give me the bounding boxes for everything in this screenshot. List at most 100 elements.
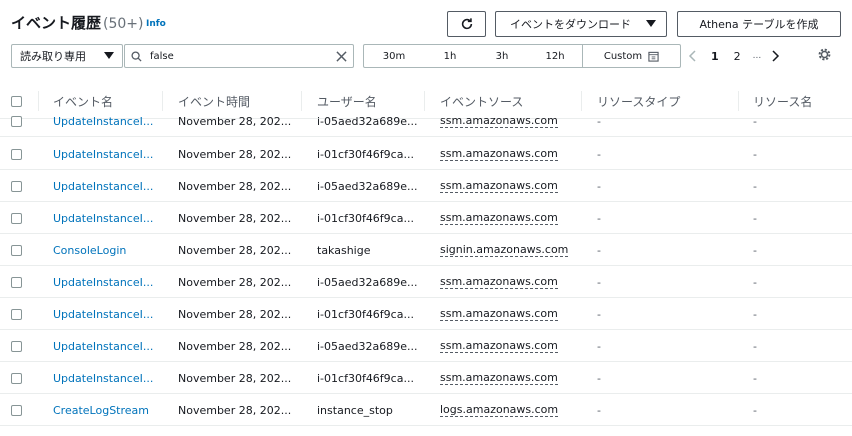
time-range-12h[interactable]: 12h xyxy=(528,45,582,67)
table-row[interactable]: UpdateInstanceI... November 28, 202... i-0… xyxy=(0,266,852,298)
chevron-left-icon[interactable] xyxy=(688,50,697,62)
event-source[interactable]: logs.amazonaws.com xyxy=(440,403,559,417)
custom-label: Custom xyxy=(603,50,643,62)
event-source[interactable]: ssm.amazonaws.com xyxy=(440,147,558,161)
pagination: 1 2 ... xyxy=(688,47,780,65)
search-icon xyxy=(131,50,142,62)
event-time: November 28, 202... xyxy=(178,307,292,321)
event-source[interactable]: ssm.amazonaws.com xyxy=(440,114,558,128)
row-checkbox[interactable] xyxy=(11,404,22,416)
resource-type: - xyxy=(597,211,601,225)
row-checkbox-cell xyxy=(11,394,22,426)
gear-icon[interactable] xyxy=(817,47,832,62)
table-row[interactable]: ConsoleLogin November 28, 202... takashige… xyxy=(0,234,852,266)
event-source[interactable]: ssm.amazonaws.com xyxy=(440,371,558,385)
chevron-right-icon[interactable] xyxy=(771,50,780,62)
resource-type: - xyxy=(597,307,601,321)
search-input[interactable] xyxy=(150,50,336,62)
resource-type: - xyxy=(597,275,601,289)
user-name: i-01cf30f46f9ca... xyxy=(317,371,414,385)
row-checkbox[interactable] xyxy=(11,276,22,288)
event-name-link[interactable]: CreateLogStream xyxy=(53,404,149,417)
page-ellipsis: ... xyxy=(752,51,762,61)
create-athena-table-button[interactable]: Athena テーブルを作成 xyxy=(677,11,841,37)
page-2[interactable]: 2 xyxy=(734,50,741,63)
time-range-30m[interactable]: 30m xyxy=(364,45,424,67)
resource-name: - xyxy=(753,147,757,161)
event-source[interactable]: ssm.amazonaws.com xyxy=(440,179,558,193)
resource-name: - xyxy=(753,339,757,353)
event-time: November 28, 202... xyxy=(178,114,292,128)
table-row[interactable]: UpdateInstanceI... November 28, 202... i-0… xyxy=(0,298,852,330)
event-source[interactable]: ssm.amazonaws.com xyxy=(440,307,558,321)
table-row[interactable]: CreateLogStream November 28, 202... instan… xyxy=(0,394,852,426)
user-name: i-05aed32a689e... xyxy=(317,114,418,128)
event-name-link[interactable]: UpdateInstanceI... xyxy=(53,372,153,385)
page-1[interactable]: 1 xyxy=(711,50,719,63)
event-time: November 28, 202... xyxy=(178,371,292,385)
row-checkbox[interactable] xyxy=(11,180,22,192)
event-time: November 28, 202... xyxy=(178,339,292,353)
resource-name: - xyxy=(753,275,757,289)
table-row[interactable]: UpdateInstanceI... November 28, 202... i-0… xyxy=(0,170,852,202)
user-name: takashige xyxy=(317,243,371,257)
resource-name: - xyxy=(753,243,757,257)
resource-name: - xyxy=(753,211,757,225)
event-source[interactable]: signin.amazonaws.com xyxy=(440,243,569,257)
row-checkbox-cell xyxy=(11,234,22,266)
table-row[interactable]: UpdateInstanceI... November 28, 202... i-0… xyxy=(0,138,852,170)
event-source[interactable]: ssm.amazonaws.com xyxy=(440,339,558,353)
event-name-link[interactable]: UpdateInstanceI... xyxy=(53,148,153,161)
resource-type: - xyxy=(597,339,601,353)
info-link[interactable]: Info xyxy=(146,19,166,29)
page-title: イベント履歴 (50+) xyxy=(11,12,143,33)
page-header: イベント履歴 (50+) Info イベントをダウンロード Athena テーブル… xyxy=(0,0,852,40)
event-name-link[interactable]: UpdateInstanceI... xyxy=(53,180,153,193)
refresh-button[interactable] xyxy=(447,11,486,37)
event-time: November 28, 202... xyxy=(178,243,292,257)
event-name-link[interactable]: UpdateInstanceI... xyxy=(53,340,153,353)
row-checkbox-cell xyxy=(11,298,22,330)
table-row[interactable]: UpdateInstanceI... November 28, 202... i-0… xyxy=(0,362,852,394)
time-range-custom[interactable]: Custom xyxy=(582,45,680,67)
row-checkbox-cell xyxy=(11,330,22,362)
row-checkbox[interactable] xyxy=(11,148,22,160)
page-title-text: イベント履歴 xyxy=(11,14,102,32)
event-name-link[interactable]: UpdateInstanceI... xyxy=(53,212,153,225)
user-name: i-05aed32a689e... xyxy=(317,339,418,353)
resource-type: - xyxy=(597,179,601,193)
event-name-link[interactable]: UpdateInstanceI... xyxy=(53,115,153,128)
time-range-selector: 30m 1h 3h 12h Custom xyxy=(363,44,681,68)
user-name: i-01cf30f46f9ca... xyxy=(317,147,414,161)
resource-name: - xyxy=(753,403,757,417)
calendar-icon xyxy=(648,51,659,62)
row-checkbox-cell xyxy=(11,362,22,394)
event-name-link[interactable]: ConsoleLogin xyxy=(53,244,126,257)
row-checkbox[interactable] xyxy=(11,372,22,384)
event-name-link[interactable]: UpdateInstanceI... xyxy=(53,308,153,321)
event-source[interactable]: ssm.amazonaws.com xyxy=(440,275,558,289)
attribute-select[interactable]: 読み取り専用 xyxy=(11,44,123,68)
row-checkbox-cell xyxy=(11,105,22,137)
time-range-3h[interactable]: 3h xyxy=(476,45,528,67)
download-events-label: イベントをダウンロード xyxy=(510,18,631,31)
clear-icon[interactable] xyxy=(336,50,347,62)
event-time: November 28, 202... xyxy=(178,179,292,193)
time-range-1h[interactable]: 1h xyxy=(424,45,476,67)
row-checkbox[interactable] xyxy=(11,340,22,352)
row-checkbox[interactable] xyxy=(11,212,22,224)
table-row[interactable]: UpdateInstanceI... November 28, 202... i-0… xyxy=(0,202,852,234)
event-name-link[interactable]: UpdateInstanceI... xyxy=(53,276,153,289)
table-row[interactable]: UpdateInstanceI... November 28, 202... i-0… xyxy=(0,330,852,362)
table-row[interactable]: UpdateInstanceI... November 28, 202... i-0… xyxy=(0,105,852,137)
row-checkbox[interactable] xyxy=(11,115,22,127)
download-events-button[interactable]: イベントをダウンロード xyxy=(495,11,667,37)
user-name: i-05aed32a689e... xyxy=(317,179,418,193)
row-checkbox-cell xyxy=(11,202,22,234)
row-checkbox[interactable] xyxy=(11,308,22,320)
event-source[interactable]: ssm.amazonaws.com xyxy=(440,211,558,225)
attribute-select-value: 読み取り専用 xyxy=(20,50,86,63)
row-checkbox-cell xyxy=(11,266,22,298)
user-name: i-01cf30f46f9ca... xyxy=(317,307,414,321)
row-checkbox[interactable] xyxy=(11,244,22,256)
